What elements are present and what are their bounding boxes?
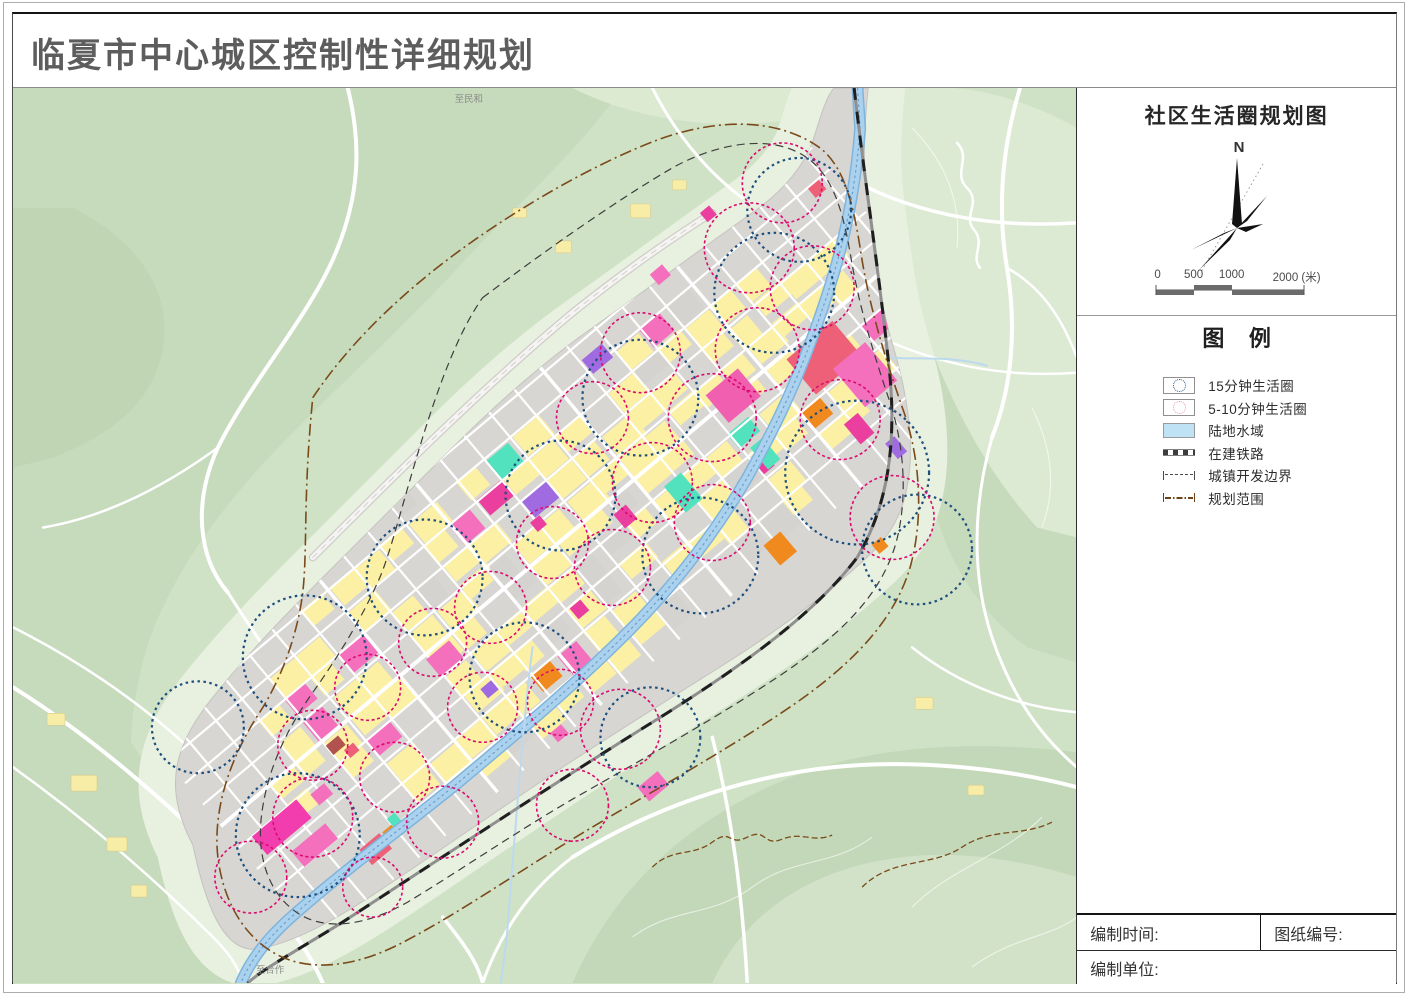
compass: N — [1177, 136, 1297, 276]
legend-heading: 图 例 — [1077, 321, 1396, 353]
north-label: N — [1233, 139, 1244, 156]
legend-symbol-water-swatch — [1163, 423, 1195, 438]
compile-time-field: 编制时间: — [1077, 915, 1261, 950]
legend-item-railway: 在建铁路 — [1163, 442, 1388, 465]
road-label: 至合作 — [256, 964, 285, 976]
north-arrow-icon: N — [1177, 136, 1297, 271]
scale-tick-label: 500 — [1184, 269, 1203, 281]
page-inner-frame: 临夏市中心城区控制性详细规划 — [12, 12, 1397, 984]
sheet-title: 临夏市中心城区控制性详细规划 — [31, 28, 535, 77]
legend-item-15min: 15分钟生活圈 — [1163, 374, 1388, 397]
legend-item-water: 陆地水域 — [1163, 419, 1388, 442]
legend-item-dev-boundary: 城镇开发边界 — [1163, 464, 1388, 487]
sheet-number-field: 图纸编号: — [1261, 915, 1396, 950]
legend: 15分钟生活圈 5-10分钟生活圈 陆地水域 在建铁路 — [1163, 374, 1388, 509]
compile-unit-field: 编制单位: — [1077, 950, 1396, 984]
legend-symbol-5-10min-circle — [1163, 399, 1195, 416]
content-row: 至民和 至合作 社区生活圈规划图 N — [13, 88, 1396, 984]
map-sheet-title: 社区生活圈规划图 — [1077, 100, 1396, 130]
scale-tick-label: 2000 (米) — [1273, 269, 1321, 285]
legend-symbol-planning-extent — [1163, 493, 1195, 502]
sidebar-panel: 社区生活圈规划图 N 0 500 — [1077, 88, 1396, 984]
title-block: 编制时间: 图纸编号: 编制单位: — [1077, 913, 1396, 984]
legend-item-planning-extent: 规划范围 — [1163, 487, 1388, 510]
legend-symbol-dashed-boundary — [1163, 471, 1195, 480]
legend-symbol-railway-line — [1163, 449, 1195, 456]
legend-symbol-15min-circle — [1163, 377, 1195, 394]
road-label: 至民和 — [455, 94, 483, 105]
panel-divider — [1077, 315, 1396, 316]
sheet-header: 临夏市中心城区控制性详细规划 — [13, 14, 1396, 88]
map-canvas: 至民和 至合作 — [13, 88, 1077, 983]
scale-tick-label: 1000 — [1219, 269, 1245, 281]
title-block-row1: 编制时间: 图纸编号: — [1077, 915, 1396, 950]
scale-labels: 0 500 1000 2000 (米) — [1152, 269, 1322, 283]
plan-sheet: 临夏市中心城区控制性详细规划 — [0, 0, 1409, 996]
legend-item-5-10min: 5-10分钟生活圈 — [1163, 397, 1388, 420]
map-area: 至民和 至合作 — [13, 88, 1077, 984]
scale-bar: 0 500 1000 2000 (米) — [1152, 269, 1322, 301]
scale-tick-label: 0 — [1154, 269, 1160, 281]
